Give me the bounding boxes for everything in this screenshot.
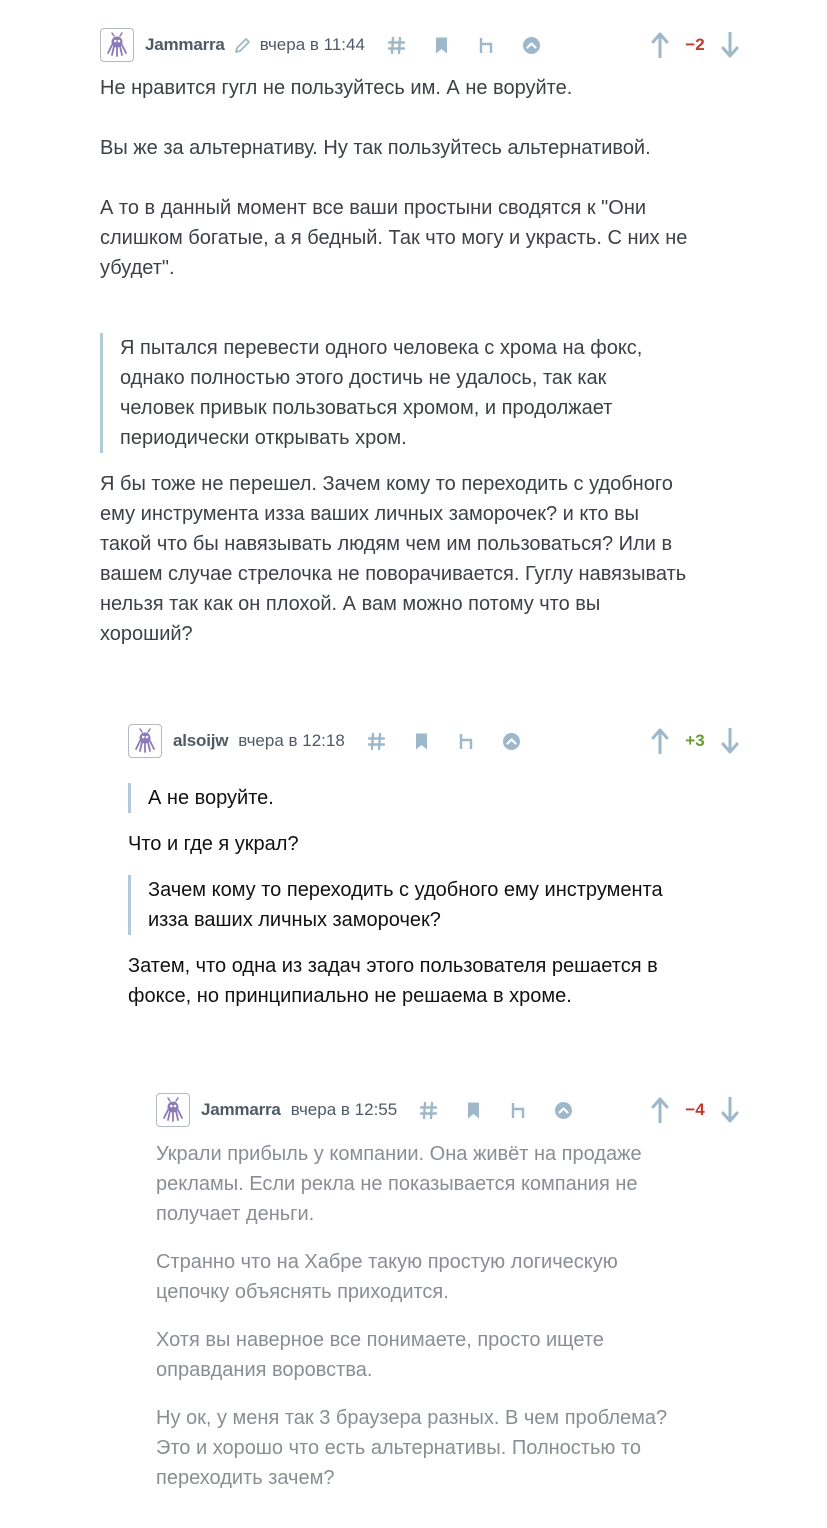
text-line: хороший? bbox=[100, 623, 193, 645]
text-line: рекламы. Если рекла не показывается комп… bbox=[156, 1173, 638, 1195]
username-link[interactable]: alsoijw bbox=[173, 731, 228, 751]
comment-paragraph: Странно что на Хабре такую простую логич… bbox=[156, 1247, 740, 1307]
comment-body: Не нравится гугл не пользуйтесь им. А не… bbox=[100, 73, 740, 649]
text-line: изза ваших личных заморочек? bbox=[148, 909, 441, 931]
text-line: нельзя так как он плохой. А вам можно по… bbox=[100, 593, 601, 615]
text-line: слишком богатые, а я бедный. Так что мог… bbox=[100, 227, 688, 249]
comment-actions bbox=[365, 36, 541, 55]
vote-down-icon[interactable] bbox=[720, 727, 740, 755]
username-link[interactable]: Jammarra bbox=[201, 1100, 281, 1120]
text-line: оправдания воровства. bbox=[156, 1359, 373, 1381]
comment-actions bbox=[345, 732, 521, 751]
text-line: Странно что на Хабре такую простую логич… bbox=[156, 1251, 618, 1273]
comment-paragraph: Хотя вы наверное все понимаете, просто и… bbox=[156, 1325, 740, 1385]
reply-parent-icon[interactable] bbox=[509, 1101, 528, 1120]
comment-paragraph: Украли прибыль у компании. Она живёт на … bbox=[156, 1139, 740, 1229]
vote-panel: −4 bbox=[650, 1094, 740, 1126]
avatar-icon bbox=[103, 31, 131, 59]
comment-time[interactable]: вчера в 11:44 bbox=[260, 35, 365, 55]
comment: Jammarra вчера в 12:55 −4 Украли прибыль… bbox=[156, 1093, 740, 1493]
collapse-up-icon[interactable] bbox=[502, 732, 521, 751]
text-line: ему инструмента изза ваших личных заморо… bbox=[100, 503, 640, 525]
avatar[interactable] bbox=[100, 28, 134, 62]
vote-up-icon[interactable] bbox=[650, 1096, 670, 1124]
blockquote: Зачем кому то переходить с удобного ему … bbox=[128, 875, 740, 935]
avatar-icon bbox=[159, 1096, 187, 1124]
text-line: такой что бы навязывать людям чем им пол… bbox=[100, 533, 673, 555]
username-link[interactable]: Jammarra bbox=[145, 35, 225, 55]
text-line: человек привык пользоваться хромом, и пр… bbox=[120, 397, 613, 419]
comment-body: А не воруйте. Что и где я украл? Зачем к… bbox=[128, 783, 740, 1011]
text-line: Хотя вы наверное все понимаете, просто и… bbox=[156, 1329, 604, 1351]
collapse-up-icon[interactable] bbox=[522, 36, 541, 55]
blockquote: А не воруйте. bbox=[128, 783, 740, 813]
edit-pencil-icon bbox=[233, 36, 252, 55]
comment-score: −2 bbox=[685, 35, 705, 54]
bookmark-icon[interactable] bbox=[432, 36, 451, 55]
text-line: Ну ок, у меня так 3 браузера разных. В ч… bbox=[156, 1407, 668, 1429]
bookmark-icon[interactable] bbox=[464, 1101, 483, 1120]
comment-header: Jammarra вчера в 12:55 −4 bbox=[156, 1093, 740, 1127]
comment: Jammarra вчера в 11:44 −2 Не нравится гу… bbox=[100, 28, 740, 649]
hash-icon[interactable] bbox=[367, 732, 386, 751]
vote-panel: +3 bbox=[650, 725, 740, 757]
comment-actions bbox=[397, 1101, 573, 1120]
comment-body: Украли прибыль у компании. Она живёт на … bbox=[156, 1139, 740, 1493]
text-line: фоксе, но принципиально не решаема в хро… bbox=[128, 985, 572, 1007]
comment-paragraph: Что и где я украл? bbox=[128, 833, 299, 855]
comment: alsoijw вчера в 12:18 +3 А не воруйте. Ч… bbox=[128, 724, 740, 1011]
vote-panel: −2 bbox=[650, 29, 740, 61]
text-line: однако полностью этого достичь не удалос… bbox=[120, 367, 607, 389]
text-line: Украли прибыль у компании. Она живёт на … bbox=[156, 1143, 642, 1165]
bookmark-icon[interactable] bbox=[412, 732, 431, 751]
text-line: Я пытался перевести одного человека с хр… bbox=[120, 337, 643, 359]
blockquote: Я пытался перевести одного человека с хр… bbox=[100, 333, 740, 453]
vote-down-icon[interactable] bbox=[720, 31, 740, 59]
comment-paragraph: Вы же за альтернативу. Ну так пользуйтес… bbox=[100, 137, 651, 159]
text-line: Это и хорошо что есть альтернативы. Полн… bbox=[156, 1437, 641, 1459]
comment-paragraph: Я бы тоже не перешел. Зачем кому то пере… bbox=[100, 469, 740, 649]
comment-paragraph: Не нравится гугл не пользуйтесь им. А не… bbox=[100, 77, 573, 99]
comment-paragraph: Ну ок, у меня так 3 браузера разных. В ч… bbox=[156, 1403, 740, 1493]
text-line: А не воруйте. bbox=[148, 787, 274, 809]
comment-paragraph: А то в данный момент все ваши простыни с… bbox=[100, 193, 740, 283]
avatar[interactable] bbox=[156, 1093, 190, 1127]
comment-paragraph: Затем, что одна из задач этого пользоват… bbox=[128, 951, 740, 1011]
text-line: переходить зачем? bbox=[156, 1467, 335, 1489]
hash-icon[interactable] bbox=[419, 1101, 438, 1120]
avatar-icon bbox=[131, 727, 159, 755]
text-line: Я бы тоже не перешел. Зачем кому то пере… bbox=[100, 473, 673, 495]
comment-score: +3 bbox=[685, 731, 705, 750]
reply-parent-icon[interactable] bbox=[477, 36, 496, 55]
text-line: периодически открывать хром. bbox=[120, 427, 407, 449]
text-line: А то в данный момент все ваши простыни с… bbox=[100, 197, 647, 219]
text-line: Затем, что одна из задач этого пользоват… bbox=[128, 955, 658, 977]
comment-time[interactable]: вчера в 12:18 bbox=[238, 731, 345, 751]
text-line: убудет". bbox=[100, 257, 175, 279]
vote-up-icon[interactable] bbox=[650, 31, 670, 59]
comment-header: Jammarra вчера в 11:44 −2 bbox=[100, 28, 740, 62]
comment-score: −4 bbox=[685, 1100, 705, 1119]
text-line: получает деньги. bbox=[156, 1203, 315, 1225]
vote-down-icon[interactable] bbox=[720, 1096, 740, 1124]
text-line: вашем случае стрелочка не поворачивается… bbox=[100, 563, 687, 585]
reply-parent-icon[interactable] bbox=[457, 732, 476, 751]
vote-up-icon[interactable] bbox=[650, 727, 670, 755]
avatar[interactable] bbox=[128, 724, 162, 758]
comment-header: alsoijw вчера в 12:18 +3 bbox=[128, 724, 740, 758]
collapse-up-icon[interactable] bbox=[554, 1101, 573, 1120]
hash-icon[interactable] bbox=[387, 36, 406, 55]
comment-time[interactable]: вчера в 12:55 bbox=[291, 1100, 398, 1120]
text-line: Зачем кому то переходить с удобного ему … bbox=[148, 879, 663, 901]
text-line: цепочку объяснять приходится. bbox=[156, 1281, 449, 1303]
